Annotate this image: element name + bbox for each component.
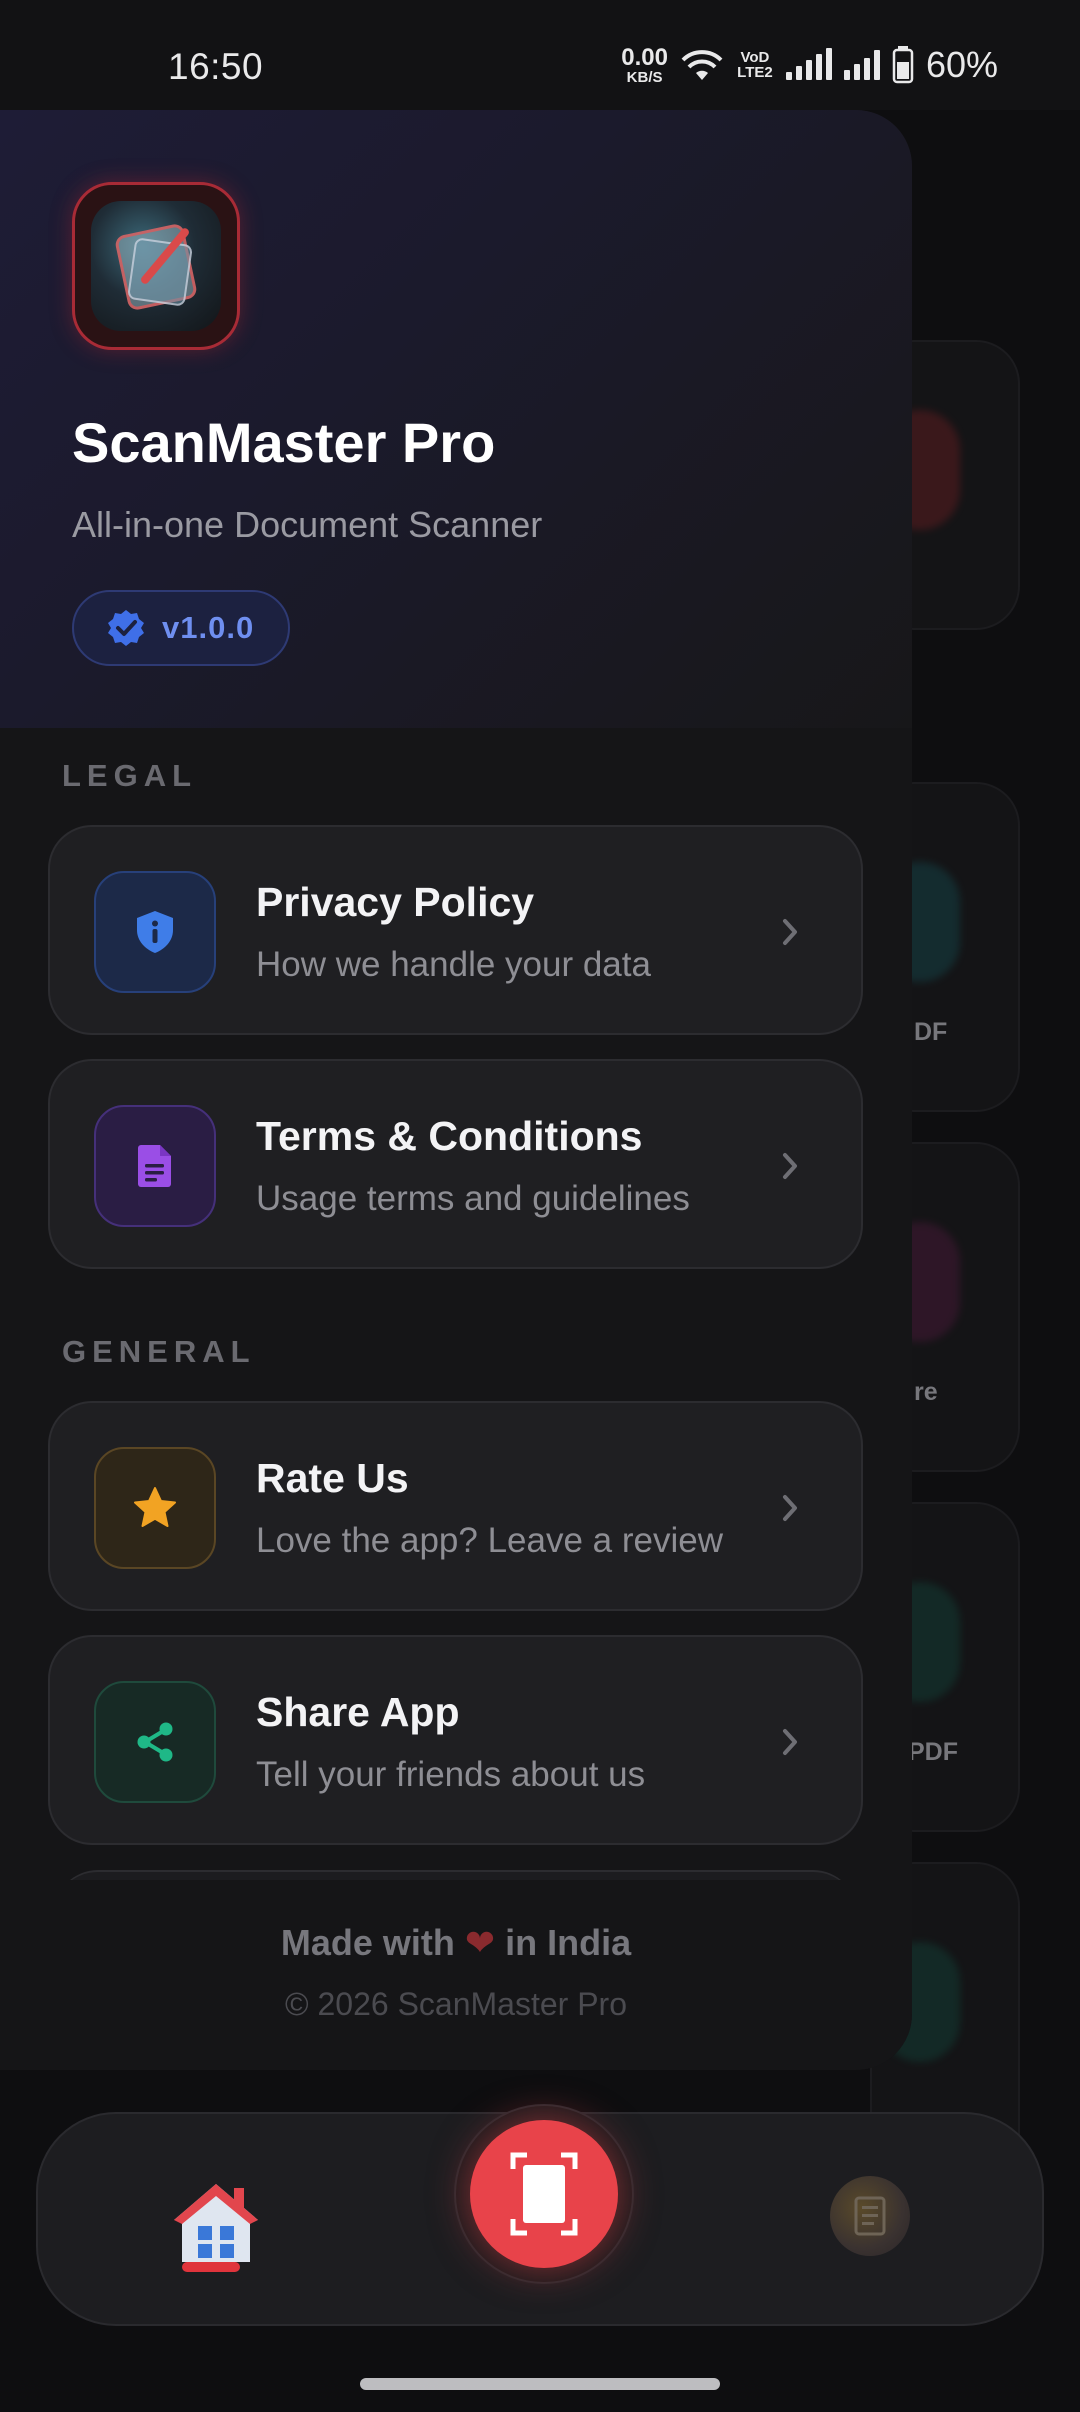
- chevron-right-icon: [783, 1495, 797, 1521]
- menu-item-description: How we handle your data: [256, 945, 651, 984]
- menu-item-title: Share App: [256, 1689, 460, 1735]
- section-label-legal: LEGAL: [62, 758, 198, 793]
- menu-item-title: Terms & Conditions: [256, 1113, 643, 1159]
- menu-item-title: Rate Us: [256, 1455, 409, 1501]
- status-icons: 0.00 KB/S VoD LTE2 60%: [621, 44, 998, 86]
- network-speed-unit: KB/S: [626, 68, 663, 86]
- menu-item-terms-conditions[interactable]: Terms & Conditions Usage terms and guide…: [48, 1059, 863, 1269]
- footer-copyright: © 2026 ScanMaster Pro: [285, 1986, 627, 2022]
- battery-icon: [892, 46, 914, 84]
- signal-icon-1: [785, 48, 832, 80]
- scan-icon: [510, 2152, 578, 2236]
- battery-percentage: 60%: [925, 44, 998, 85]
- drawer-header: ScanMaster Pro All-in-one Document Scann…: [0, 110, 912, 728]
- navigation-drawer: ScanMaster Pro All-in-one Document Scann…: [0, 110, 912, 2070]
- status-bar: 16:50 0.00 KB/S VoD LTE2 60%: [0, 0, 1080, 110]
- documents-icon[interactable]: [830, 2176, 910, 2256]
- document-icon: [138, 1145, 171, 1187]
- share-icon: [137, 1722, 173, 1762]
- chevron-right-icon: [783, 919, 797, 945]
- version-label: v1.0.0: [162, 610, 255, 645]
- network-speed: 0.00 KB/S: [621, 43, 668, 86]
- bg-card-label-2: re: [914, 1378, 938, 1406]
- star-icon: [134, 1487, 176, 1527]
- wifi-icon: [681, 50, 723, 80]
- heart-icon: ❤: [464, 1922, 496, 1963]
- footer-made-prefix: Made with: [280, 1922, 455, 1963]
- footer-made-with: Made with ❤ in India: [0, 1922, 912, 1964]
- share-icon-container: [94, 1681, 216, 1803]
- chevron-right-icon: [783, 1153, 797, 1179]
- bg-card-label-3: PDF: [908, 1738, 958, 1766]
- version-badge: v1.0.0: [72, 590, 290, 666]
- footer-made-suffix: in India: [505, 1922, 632, 1963]
- verified-badge-icon: [108, 610, 144, 646]
- gesture-navigation-bar[interactable]: [360, 2378, 720, 2390]
- active-tab-indicator: [182, 2262, 240, 2272]
- terms-icon-container: [94, 1105, 216, 1227]
- network-speed-value: 0.00: [621, 43, 668, 71]
- menu-item-title: Privacy Policy: [256, 879, 535, 925]
- bottom-navigation: [36, 2104, 1044, 2326]
- signal-icon-2: [843, 50, 880, 80]
- bg-card-label-1: DF: [914, 1018, 948, 1046]
- app-title: ScanMaster Pro: [72, 411, 496, 474]
- documents-list-icon: [854, 2196, 886, 2236]
- home-icon[interactable]: [166, 2174, 266, 2274]
- menu-item-privacy-policy[interactable]: Privacy Policy How we handle your data: [48, 825, 863, 1035]
- menu-item-description: Love the app? Leave a review: [256, 1521, 723, 1560]
- menu-item-rate-us[interactable]: Rate Us Love the app? Leave a review: [48, 1401, 863, 1611]
- app-logo: [72, 182, 240, 350]
- shield-info-icon: [137, 911, 173, 953]
- rate-icon-container: [94, 1447, 216, 1569]
- volte-label: VoD LTE2: [737, 49, 773, 81]
- menu-item-share-app[interactable]: Share App Tell your friends about us: [48, 1635, 863, 1845]
- scan-button[interactable]: [470, 2120, 618, 2268]
- app-logo-icon: [91, 201, 221, 331]
- privacy-icon-container: [94, 871, 216, 993]
- menu-item-description: Tell your friends about us: [256, 1755, 646, 1794]
- drawer-footer: [0, 1880, 912, 2070]
- section-label-general: GENERAL: [62, 1334, 256, 1369]
- menu-item-description: Usage terms and guidelines: [256, 1179, 690, 1218]
- chevron-right-icon: [783, 1729, 797, 1755]
- app-subtitle: All-in-one Document Scanner: [72, 504, 543, 545]
- status-time: 16:50: [168, 46, 264, 87]
